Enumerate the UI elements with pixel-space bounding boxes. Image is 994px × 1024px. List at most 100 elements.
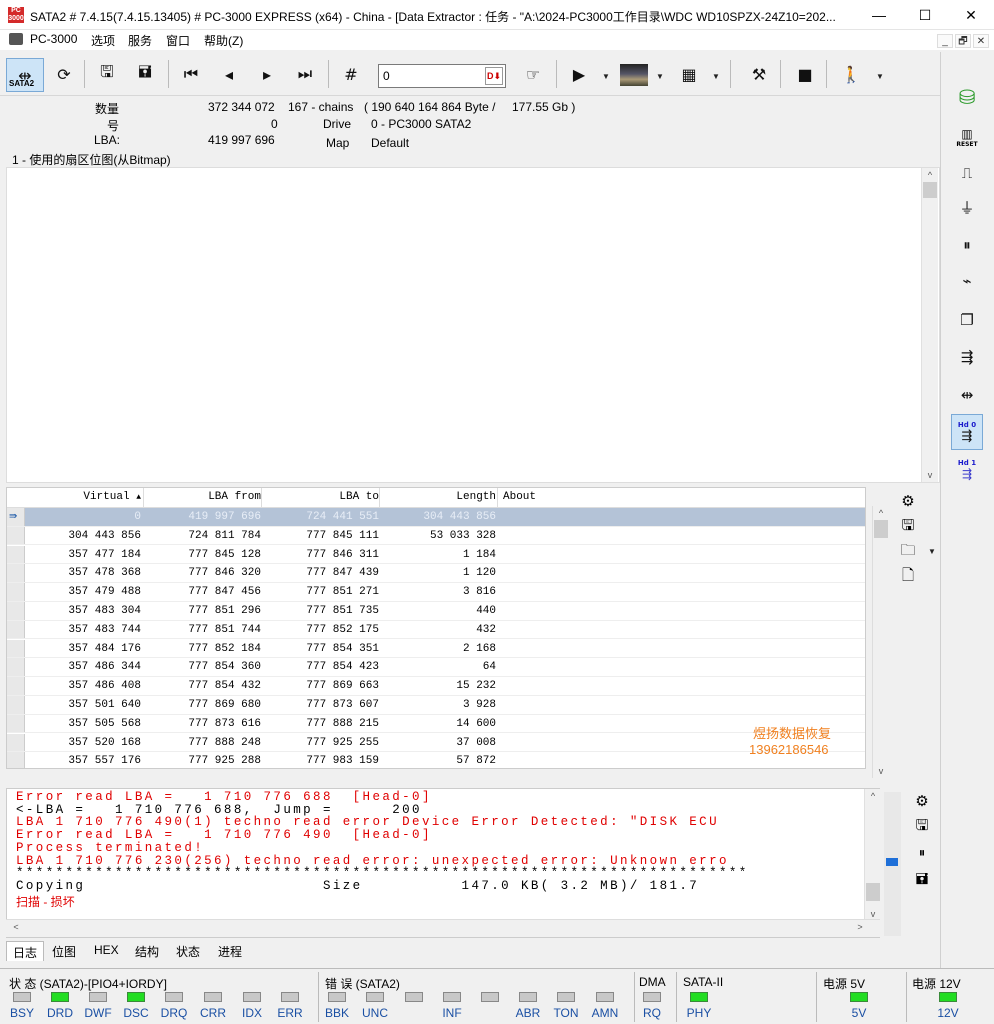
table-row[interactable]: 357 501 640 777 869 680 777 873 607 3 928 bbox=[7, 696, 865, 715]
tab-structure[interactable]: 结构 bbox=[129, 941, 165, 961]
save-as-icon[interactable]: 🖬 bbox=[128, 58, 162, 90]
column-length[interactable]: Length bbox=[381, 491, 496, 503]
row-header[interactable] bbox=[7, 545, 25, 564]
power-icon[interactable]: ⎍ bbox=[951, 158, 983, 188]
row-header[interactable] bbox=[7, 564, 25, 583]
table-row[interactable]: 357 483 744 777 851 744 777 852 175 432 bbox=[7, 620, 865, 640]
log-pause-icon[interactable]: ⏸ bbox=[910, 841, 934, 865]
open-folder-icon[interactable]: 🗀 bbox=[896, 540, 920, 564]
row-header[interactable] bbox=[7, 658, 25, 677]
table-row[interactable]: 357 483 304 777 851 296 777 851 735 440 bbox=[7, 602, 865, 621]
scroll-down-icon[interactable]: v bbox=[922, 470, 938, 480]
hash-icon[interactable]: # bbox=[334, 58, 368, 90]
reset-power-icon[interactable]: ⌁ bbox=[951, 266, 983, 296]
database-icon[interactable]: ⛁ bbox=[951, 80, 983, 114]
scroll-thumb[interactable] bbox=[874, 520, 888, 538]
mdi-minimize-button[interactable]: _ bbox=[937, 34, 953, 48]
goto-icon[interactable]: ☞ bbox=[516, 58, 550, 90]
log-hscrollbar[interactable]: < > bbox=[6, 919, 880, 937]
tab-process[interactable]: 进程 bbox=[212, 941, 248, 961]
row-header[interactable] bbox=[7, 714, 25, 733]
settings-icon[interactable]: ⚙ bbox=[896, 489, 920, 513]
log-settings-icon[interactable]: ⚙ bbox=[910, 789, 934, 813]
last-icon[interactable]: ⏭ bbox=[288, 58, 322, 90]
table-row[interactable]: 304 443 856 724 811 784 777 845 111 53 033 … bbox=[7, 526, 865, 546]
tab-bitmap[interactable]: 位图 bbox=[46, 941, 82, 961]
exit-icon[interactable]: 🚶 bbox=[834, 58, 868, 90]
table-row[interactable]: 357 557 176 777 925 288 777 983 159 57 872 bbox=[7, 752, 865, 768]
row-header[interactable] bbox=[7, 677, 25, 695]
exit-dropdown-icon[interactable]: ▼ bbox=[876, 72, 884, 81]
menu-help[interactable]: 帮助(Z) bbox=[204, 32, 243, 49]
next-icon[interactable]: ▸ bbox=[250, 58, 284, 90]
row-header[interactable] bbox=[7, 696, 25, 714]
column-about[interactable]: About bbox=[503, 491, 536, 503]
scroll-down-icon[interactable]: v bbox=[873, 766, 889, 776]
row-header[interactable] bbox=[7, 752, 25, 768]
scroll-up-icon[interactable]: ^ bbox=[922, 170, 938, 180]
port-icon[interactable]: ⇹ bbox=[951, 380, 983, 410]
row-header[interactable] bbox=[7, 620, 25, 639]
grid-dropdown-icon[interactable]: ▼ bbox=[712, 72, 720, 81]
prev-icon[interactable]: ◂ bbox=[212, 58, 246, 90]
slider-thumb[interactable] bbox=[886, 858, 898, 866]
mdi-restore-button[interactable]: 🗗 bbox=[955, 34, 971, 48]
save-icon[interactable]: 🖫 bbox=[90, 58, 124, 90]
minimize-button[interactable]: — bbox=[856, 0, 902, 30]
step-forward-icon[interactable]: ⇶ bbox=[951, 342, 983, 372]
hd1-button[interactable]: Hd 1 ⇶ bbox=[951, 454, 983, 486]
tools-icon[interactable]: ⚒ bbox=[742, 58, 776, 90]
scroll-up-icon[interactable]: ^ bbox=[865, 791, 881, 801]
save-table-icon[interactable]: 🖫 bbox=[896, 515, 920, 539]
table-row[interactable]: 357 486 344 777 854 360 777 854 423 64 bbox=[7, 658, 865, 678]
scroll-thumb[interactable] bbox=[923, 182, 937, 198]
image-dropdown-icon[interactable]: ▼ bbox=[656, 72, 664, 81]
scroll-up-icon[interactable]: ^ bbox=[873, 508, 889, 518]
new-file-icon[interactable]: 🗋 bbox=[896, 565, 920, 589]
table-scrollbar[interactable]: ^ v bbox=[872, 506, 889, 778]
bitmap-scrollbar[interactable]: ^ v bbox=[921, 168, 938, 482]
menu-pc3000[interactable]: PC-3000 bbox=[30, 32, 77, 46]
row-header[interactable] bbox=[7, 526, 25, 545]
table-row[interactable]: 357 477 184 777 845 128 777 846 311 1 184 bbox=[7, 545, 865, 565]
reset-button[interactable]: ▥ RESET bbox=[951, 122, 983, 152]
row-header[interactable] bbox=[7, 602, 25, 620]
column-lba-to[interactable]: LBA to bbox=[263, 491, 379, 503]
column-lba-from[interactable]: LBA from bbox=[145, 491, 261, 503]
refresh-icon[interactable]: ⟳ bbox=[47, 58, 81, 90]
play-dropdown-icon[interactable]: ▼ bbox=[602, 72, 610, 81]
open-dropdown-icon[interactable]: ▼ bbox=[928, 547, 936, 556]
grid-icon[interactable]: ▦ bbox=[672, 58, 706, 90]
voltage-icon[interactable]: ⏚ bbox=[951, 192, 983, 222]
log-save-as-icon[interactable]: 🖬 bbox=[910, 869, 934, 893]
tab-hex[interactable]: HEX bbox=[88, 941, 125, 961]
scroll-down-icon[interactable]: v bbox=[865, 909, 881, 919]
menu-options[interactable]: 选项 bbox=[91, 32, 115, 49]
row-header[interactable] bbox=[7, 583, 25, 601]
table-row[interactable]: 357 484 176 777 852 184 777 854 351 2 168 bbox=[7, 639, 865, 659]
tab-log[interactable]: 日志 bbox=[6, 941, 45, 961]
scroll-right-icon[interactable]: > bbox=[852, 922, 868, 932]
table-row[interactable]: 357 505 568 777 873 616 777 888 215 14 600 bbox=[7, 714, 865, 734]
log-save-icon[interactable]: 🖫 bbox=[910, 815, 934, 839]
image-icon[interactable] bbox=[620, 64, 648, 86]
table-row[interactable]: 357 486 408 777 854 432 777 869 663 15 232 bbox=[7, 677, 865, 696]
scroll-thumb[interactable] bbox=[866, 883, 880, 901]
tab-status[interactable]: 状态 bbox=[170, 941, 206, 961]
row-header[interactable] bbox=[7, 733, 25, 752]
copy-icon[interactable]: ❐ bbox=[951, 305, 983, 335]
scroll-left-icon[interactable]: < bbox=[8, 922, 24, 932]
maximize-button[interactable]: ☐ bbox=[902, 0, 948, 30]
stop-icon[interactable]: ■ bbox=[788, 58, 822, 90]
menu-service[interactable]: 服务 bbox=[128, 32, 152, 49]
log-level-slider[interactable] bbox=[884, 792, 901, 936]
play-icon[interactable]: ▶ bbox=[562, 58, 596, 90]
log-vscrollbar[interactable]: ^ v bbox=[864, 789, 880, 919]
mdi-close-button[interactable]: ✕ bbox=[973, 34, 989, 48]
lba-go-button[interactable]: D⬇ bbox=[485, 67, 503, 85]
column-virtual[interactable]: Virtual ▲ bbox=[25, 491, 141, 503]
pause-icon[interactable]: ⏸ bbox=[951, 230, 983, 260]
table-row[interactable]: 0 419 997 696 724 441 551 304 443 856 bbox=[7, 508, 865, 527]
table-row[interactable]: 357 520 168 777 888 248 777 925 255 37 008 bbox=[7, 733, 865, 753]
first-icon[interactable]: ⏮ bbox=[174, 58, 208, 90]
